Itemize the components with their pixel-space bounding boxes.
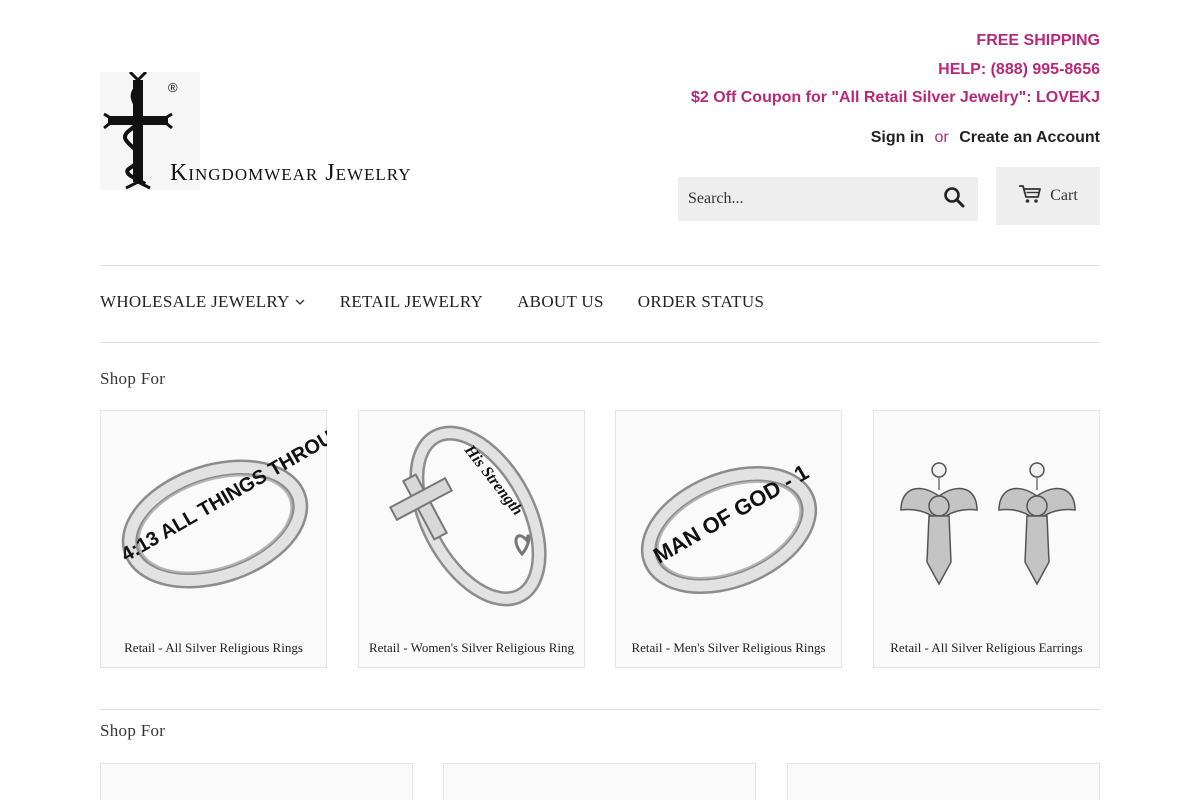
product-title: Retail - All Silver Religious Rings [124,640,303,655]
nav-item-about-us[interactable]: ABOUT US [517,292,604,312]
cart-icon [1018,184,1042,209]
nav-item-label: ABOUT US [517,292,604,311]
nav-item-label: ORDER STATUS [637,292,765,311]
product-image-cross-ring: His Strength [360,412,583,632]
main-nav: WHOLESALE JEWELRY RETAIL JEWELRY ABOUT U… [100,292,798,312]
help-phone[interactable]: HELP: (888) 995-8656 [938,61,1100,79]
registered-mark: ® [168,80,178,95]
cart-label: Cart [1050,187,1078,204]
sign-in-link[interactable]: Sign in [871,129,924,146]
product-image-ring: 4:13 ALL THINGS THROUGH [102,412,363,632]
divider [100,709,1100,710]
divider [100,342,1100,343]
account-links: Sign in or Create an Account [871,129,1100,147]
nav-item-label: RETAIL JEWELRY [339,292,484,311]
product-title: Retail - All Silver Religious Earrings [890,640,1083,655]
search-icon[interactable] [942,185,968,211]
search-form [678,177,978,221]
product-title: Retail - Women's Silver Religious Ring [368,640,575,655]
product-card-mens-rings[interactable]: MAN OF GOD - 1 Retail - Men's Silver Rel… [615,410,842,668]
cart-button[interactable]: Cart [996,167,1100,225]
section-title: Shop For [100,721,166,740]
nav-item-label: WHOLESALE JEWELRY [100,292,290,311]
nav-item-order-status[interactable]: ORDER STATUS [638,292,764,312]
search-input[interactable] [678,177,928,221]
product-card[interactable] [443,763,756,800]
nav-item-wholesale-jewelry[interactable]: WHOLESALE JEWELRY [100,292,306,312]
product-image-ring: MAN OF GOD - 1 [617,412,840,632]
product-title: Retail - Men's Silver Religious Rings [631,640,826,655]
logo-text: Kingdomwear Jewelry [170,160,412,186]
coupon-banner: $2 Off Coupon for "All Retail Silver Jew… [690,89,1100,106]
product-card[interactable] [100,763,413,800]
product-card-earrings[interactable]: Retail - All Silver Religious Earrings [873,410,1100,668]
nav-item-retail-jewelry[interactable]: RETAIL JEWELRY [340,292,483,312]
product-card-religious-rings[interactable]: 4:13 ALL THINGS THROUGH Retail - All Sil… [100,410,363,668]
chevron-down-icon [294,292,306,312]
product-card-womens-ring[interactable]: His Strength Retail - Women's Silver Rel… [358,410,585,668]
section-title: Shop For [100,369,166,388]
divider [100,265,1100,266]
product-image-angel-earrings [875,412,1098,632]
product-card[interactable] [787,763,1100,800]
create-account-link[interactable]: Create an Account [959,129,1100,146]
site-logo[interactable]: ® Kingdomwear Jewelry [100,70,460,192]
or-separator: or [934,129,949,146]
free-shipping-banner: FREE SHIPPING [976,32,1100,49]
